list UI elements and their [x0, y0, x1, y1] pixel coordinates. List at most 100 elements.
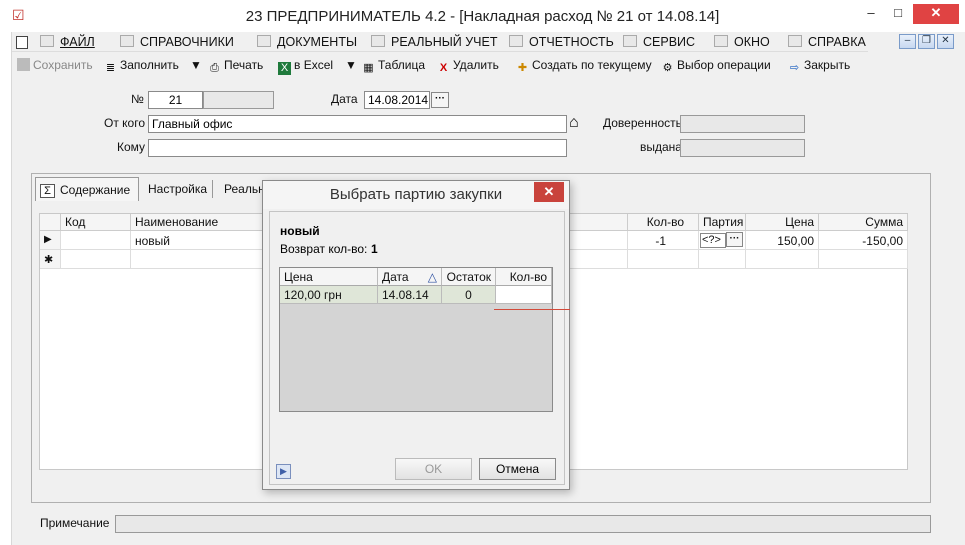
mdi-restore-button[interactable]: ❐	[918, 34, 935, 49]
column-header-qty[interactable]: Кол-во	[628, 214, 699, 231]
row-marker-header	[40, 214, 61, 231]
toolbar: Сохранить ≣ Заполнить ▼ ⎙ Печать Xв Excel …	[12, 54, 952, 76]
menu-references[interactable]: СПРАВОЧНИКИ	[120, 35, 234, 51]
select-operation-label: Выбор операции	[677, 58, 771, 72]
batch-header-remainder[interactable]: Остаток	[442, 268, 496, 286]
number-value: 21	[168, 93, 183, 107]
window-title: 23 ПРЕДПРИНИМАТЕЛЬ 4.2 - [Накладная расх…	[245, 8, 720, 25]
excel-icon: X	[278, 62, 291, 75]
from-field[interactable]: Главный офис	[148, 115, 567, 133]
menu-window-label: ОКНО	[734, 35, 770, 49]
fill-button[interactable]: ≣ Заполнить	[104, 58, 179, 75]
date-field[interactable]: 14.08.2014	[364, 91, 430, 109]
delete-button[interactable]: X Удалить	[437, 58, 499, 75]
nav-arrow-button[interactable]: ▶	[276, 464, 291, 479]
excel-button[interactable]: Xв Excel	[278, 58, 333, 75]
date-picker-button[interactable]: ···	[431, 92, 449, 108]
ledger-icon	[371, 35, 385, 47]
menu-file-label: ФАЙЛ	[60, 35, 95, 49]
dialog-close-button[interactable]: ✕	[534, 182, 564, 202]
number-field[interactable]: 21	[148, 91, 203, 109]
batch-cell-date[interactable]: 14.08.14	[378, 286, 442, 304]
left-edge	[0, 32, 12, 545]
excel-dropdown-button[interactable]: ▼	[345, 58, 357, 72]
select-operation-button[interactable]: ⚙ Выбор операции	[661, 58, 771, 75]
menu-file[interactable]: ФАЙЛ	[40, 35, 95, 51]
menu-service[interactable]: СЕРВИС	[623, 35, 695, 51]
tab-content-label: Содержание	[60, 183, 131, 197]
select-batch-dialog: Выбрать партию закупки ✕ новый Возврат к…	[262, 180, 570, 490]
batch-cell-qty[interactable]	[496, 286, 552, 304]
sort-ascending-icon: △	[427, 270, 437, 284]
delete-label: Удалить	[453, 58, 499, 72]
batch-header-price[interactable]: Цена	[280, 268, 378, 286]
row-marker[interactable]: ▶	[40, 231, 61, 250]
folder-icon	[40, 35, 54, 47]
ok-button[interactable]: OK	[395, 458, 472, 480]
dropdown-arrow-icon: ▼	[190, 58, 202, 72]
column-header-code[interactable]: Код	[61, 214, 131, 231]
cell-qty[interactable]: -1	[628, 231, 699, 250]
cell-sum[interactable]: -150,00	[819, 231, 908, 250]
dialog-title: Выбрать партию закупки	[263, 181, 569, 209]
return-qty-label: Возврат кол-во:	[280, 242, 368, 256]
new-row-sum[interactable]	[819, 250, 908, 269]
cell-price[interactable]: 150,00	[746, 231, 819, 250]
print-label: Печать	[224, 58, 264, 72]
fill-dropdown-button[interactable]: ▼	[190, 58, 202, 72]
table-button[interactable]: ▦ Таблица	[362, 58, 425, 75]
tab-settings[interactable]: Настройка	[140, 177, 215, 201]
note-field[interactable]	[115, 515, 931, 533]
batch-header-date-label: Дата	[382, 270, 409, 284]
tab-content[interactable]: Σ Содержание	[35, 177, 140, 201]
table-icon: ▦	[363, 62, 374, 74]
issued-field	[680, 139, 805, 157]
batch-cell-remainder[interactable]: 0	[442, 286, 496, 304]
new-row-qty[interactable]	[628, 250, 699, 269]
menu-reports-label: ОТЧЕТНОСТЬ	[529, 35, 614, 49]
batch-header-date[interactable]: Дата △	[378, 268, 442, 286]
print-button[interactable]: ⎙ Печать	[208, 58, 263, 75]
proxy-field	[680, 115, 805, 133]
cell-batch[interactable]: <?> ···	[699, 231, 746, 250]
batch-cell-price[interactable]: 120,00 грн	[280, 286, 378, 304]
menu-documents[interactable]: ДОКУМЕНТЫ	[257, 35, 357, 51]
batch-header-qty[interactable]: Кол-во	[496, 268, 552, 286]
cancel-button[interactable]: Отмена	[479, 458, 556, 480]
table-label: Таблица	[378, 58, 426, 72]
save-label: Сохранить	[33, 58, 93, 72]
menu-service-label: СЕРВИС	[643, 35, 696, 49]
batch-picker-button[interactable]: ···	[726, 232, 743, 247]
column-header-batch[interactable]: Партия	[699, 214, 746, 231]
excel-label: в Excel	[294, 58, 334, 72]
new-row-marker[interactable]: ✱	[40, 250, 61, 269]
menu-references-label: СПРАВОЧНИКИ	[140, 35, 234, 49]
red-underline-marker	[494, 309, 570, 310]
save-button[interactable]: Сохранить	[17, 58, 93, 72]
column-header-sum[interactable]: Сумма	[819, 214, 908, 231]
mdi-close-button[interactable]: ✕	[937, 34, 954, 49]
mdi-minimize-button[interactable]: –	[899, 34, 916, 49]
menu-reports[interactable]: ОТЧЕТНОСТЬ	[509, 35, 614, 51]
to-label: Кому	[117, 140, 146, 154]
tab-divider	[212, 180, 213, 198]
menu-help[interactable]: СПРАВКА	[788, 35, 866, 51]
house-icon[interactable]: ⌂	[569, 114, 579, 132]
minimize-button[interactable]: –	[856, 4, 886, 24]
page-icon	[257, 35, 271, 47]
menu-window[interactable]: ОКНО	[714, 35, 770, 51]
new-row-batch[interactable]	[699, 250, 746, 269]
menu-bar: ФАЙЛ СПРАВОЧНИКИ ДОКУМЕНТЫ РЕАЛЬНЫЙ УЧЕТ…	[12, 33, 868, 52]
create-from-current-button[interactable]: ✚ Создать по текущему	[516, 58, 652, 75]
cell-code[interactable]	[61, 231, 131, 250]
to-field[interactable]	[148, 139, 567, 157]
close-document-button[interactable]: ⇨ Закрыть	[788, 58, 850, 75]
new-row-code[interactable]	[61, 250, 131, 269]
maximize-button[interactable]: □	[883, 4, 913, 24]
return-qty-value: 1	[371, 242, 378, 256]
new-row-price[interactable]	[746, 250, 819, 269]
close-window-button[interactable]: ✕	[913, 4, 959, 24]
dialog-item-name: новый	[280, 224, 320, 238]
column-header-price[interactable]: Цена	[746, 214, 819, 231]
menu-real-accounting[interactable]: РЕАЛЬНЫЙ УЧЕТ	[371, 35, 498, 51]
